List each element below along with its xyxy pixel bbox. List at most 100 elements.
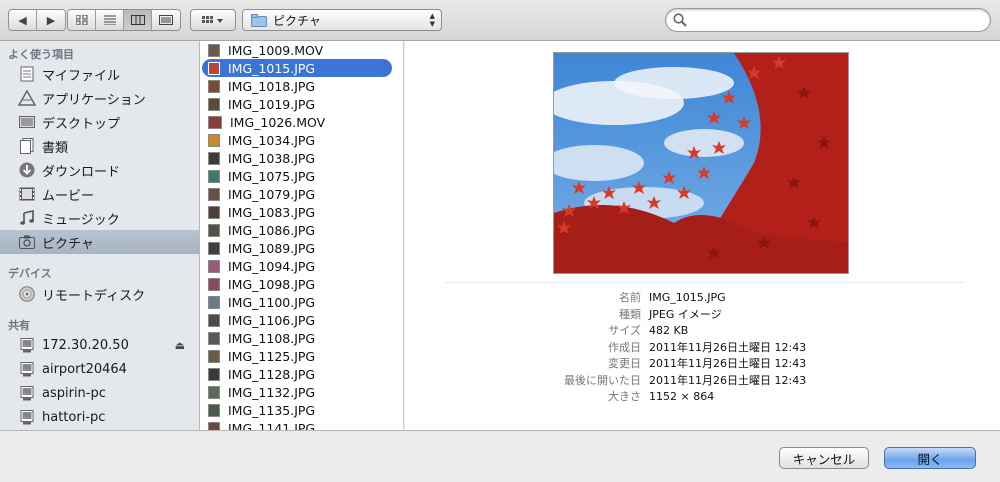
image-thumbnail-icon	[208, 79, 220, 93]
computer-icon	[16, 336, 38, 354]
preview-divider	[445, 282, 965, 283]
documents-icon	[16, 137, 38, 155]
sidebar-item-label: デスクトップ	[42, 116, 121, 132]
file-row[interactable]: IMG_1106.JPG	[200, 311, 403, 329]
location-popup[interactable]: ピクチャ ▲ ▼	[242, 9, 442, 31]
file-row[interactable]: IMG_1125.JPG	[200, 347, 403, 365]
info-value-dimensions: 1152 × 864	[649, 390, 715, 403]
sidebar-item-desktop[interactable]: デスクトップ	[0, 110, 199, 134]
sidebar-item-label: hattori-pc	[42, 409, 106, 425]
movie-thumbnail-icon	[208, 43, 220, 57]
image-thumbnail-icon	[208, 205, 220, 219]
file-name: IMG_1075.JPG	[228, 168, 316, 184]
info-value-kind: JPEG イメージ	[649, 307, 722, 321]
file-row[interactable]: IMG_1100.JPG	[200, 293, 403, 311]
file-row[interactable]: IMG_1075.JPG	[200, 167, 403, 185]
file-row[interactable]: IMG_1141.JPG	[200, 419, 403, 430]
image-thumbnail-icon	[208, 313, 220, 327]
sidebar-item-pictures[interactable]: ピクチャ	[0, 230, 199, 254]
sidebar-item-label: ピクチャ	[42, 236, 94, 252]
file-name: IMG_1141.JPG	[228, 420, 316, 431]
file-row[interactable]: IMG_1132.JPG	[200, 383, 403, 401]
info-key: 最後に開いた日	[564, 373, 641, 387]
list-view-icon[interactable]	[96, 10, 124, 30]
file-row[interactable]: IMG_1079.JPG	[200, 185, 403, 203]
open-button[interactable]: 開く	[884, 447, 976, 469]
sidebar-item-documents[interactable]: 書類	[0, 134, 199, 158]
forward-arrow-icon[interactable]: ▶	[37, 10, 65, 30]
file-name: IMG_1135.JPG	[228, 402, 316, 418]
file-name: IMG_1026.MOV	[230, 114, 326, 130]
sidebar-item-applications[interactable]: アプリケーション	[0, 86, 199, 110]
file-row[interactable]: IMG_1108.JPG	[200, 329, 403, 347]
file-row[interactable]: IMG_1034.JPG	[200, 131, 403, 149]
file-row[interactable]: IMG_1094.JPG	[200, 257, 403, 275]
sidebar-item-label: ダウンロード	[42, 164, 121, 180]
sidebar-item-shared-host[interactable]: aspirin-pc	[0, 381, 199, 405]
file-row[interactable]: IMG_1086.JPG	[200, 221, 403, 239]
image-thumbnail-icon	[208, 259, 220, 273]
computer-icon	[16, 408, 38, 426]
navigation-buttons: ◀ ▶	[8, 9, 66, 31]
file-row[interactable]: IMG_1128.JPG	[200, 365, 403, 383]
sidebar-item-remote-disc[interactable]: リモートディスク	[0, 282, 199, 306]
movie-thumbnail-icon	[208, 115, 222, 129]
image-thumbnail-icon	[208, 241, 220, 255]
column-view-icon[interactable]	[124, 10, 152, 30]
file-name: IMG_1034.JPG	[228, 132, 316, 148]
image-thumbnail-icon	[208, 349, 220, 363]
sidebar-item-downloads[interactable]: ダウンロード	[0, 158, 199, 182]
arrange-menu-button[interactable]	[190, 9, 236, 31]
coverflow-view-icon[interactable]	[152, 10, 180, 30]
sidebar-item-shared-host[interactable]: hattori-pc	[0, 405, 199, 429]
file-name: IMG_1079.JPG	[228, 186, 316, 202]
sidebar-item-label: リモートディスク	[42, 288, 146, 304]
file-name: IMG_1086.JPG	[228, 222, 316, 238]
image-thumbnail-icon	[208, 187, 220, 201]
sidebar-item-movies[interactable]: ムービー	[0, 182, 199, 206]
sidebar-header-shared: 共有	[8, 319, 30, 332]
file-name: IMG_1132.JPG	[228, 384, 316, 400]
file-row[interactable]: IMG_1009.MOV	[200, 41, 403, 59]
back-arrow-icon[interactable]: ◀	[9, 10, 37, 30]
arrange-icon	[202, 16, 223, 23]
file-row[interactable]: IMG_1038.JPG	[200, 149, 403, 167]
toolbar: ◀ ▶ ピクチャ ▲ ▼	[0, 0, 1000, 41]
file-name: IMG_1108.JPG	[228, 330, 316, 346]
image-thumbnail-icon	[208, 61, 220, 75]
sidebar-item-shared-host[interactable]: airport20464	[0, 357, 199, 381]
applications-icon	[16, 89, 38, 107]
file-row-selected[interactable]: IMG_1015.JPG	[200, 59, 403, 77]
file-row[interactable]: IMG_1019.JPG	[200, 95, 403, 113]
image-thumbnail-icon	[208, 367, 220, 381]
file-name: IMG_1128.JPG	[228, 366, 316, 382]
info-value-created: 2011年11月26日土曜日 12:43	[649, 340, 807, 354]
sidebar-item-music[interactable]: ミュージック	[0, 206, 199, 230]
desktop-icon	[16, 113, 38, 131]
sidebar-item-all-my-files[interactable]: マイファイル	[0, 62, 199, 86]
info-key: 作成日	[608, 340, 641, 354]
file-row[interactable]: IMG_1089.JPG	[200, 239, 403, 257]
eject-icon[interactable]: ⏏	[175, 339, 185, 352]
image-thumbnail-icon	[208, 295, 220, 309]
file-row[interactable]: IMG_1018.JPG	[200, 77, 403, 95]
sidebar: よく使う項目 マイファイル アプリケーション デスクトップ 書類 ダウンロード …	[0, 41, 200, 430]
icon-view-icon[interactable]	[68, 10, 96, 30]
file-row[interactable]: IMG_1098.JPG	[200, 275, 403, 293]
sidebar-header-devices: デバイス	[8, 267, 52, 280]
preview-pane: 名前 種類 サイズ 作成日 変更日 最後に開いた日 大きさ IMG_1015.J…	[405, 41, 1000, 430]
sidebar-item-label: 書類	[42, 140, 69, 156]
info-value-name: IMG_1015.JPG	[649, 291, 726, 304]
cancel-button[interactable]: キャンセル	[779, 447, 869, 469]
file-row[interactable]: IMG_1026.MOV	[200, 113, 403, 131]
movies-icon	[16, 185, 38, 203]
image-thumbnail-icon	[208, 151, 220, 165]
file-row[interactable]: IMG_1083.JPG	[200, 203, 403, 221]
search-field[interactable]	[665, 8, 991, 32]
file-list-column: IMG_1009.MOV IMG_1015.JPG IMG_1018.JPG I…	[200, 41, 404, 430]
file-row[interactable]: IMG_1135.JPG	[200, 401, 403, 419]
computer-icon	[16, 384, 38, 402]
sidebar-item-shared-host[interactable]: 172.30.20.50 ⏏	[0, 333, 199, 357]
image-thumbnail-icon	[208, 133, 220, 147]
sidebar-header-favorites: よく使う項目	[8, 48, 74, 61]
